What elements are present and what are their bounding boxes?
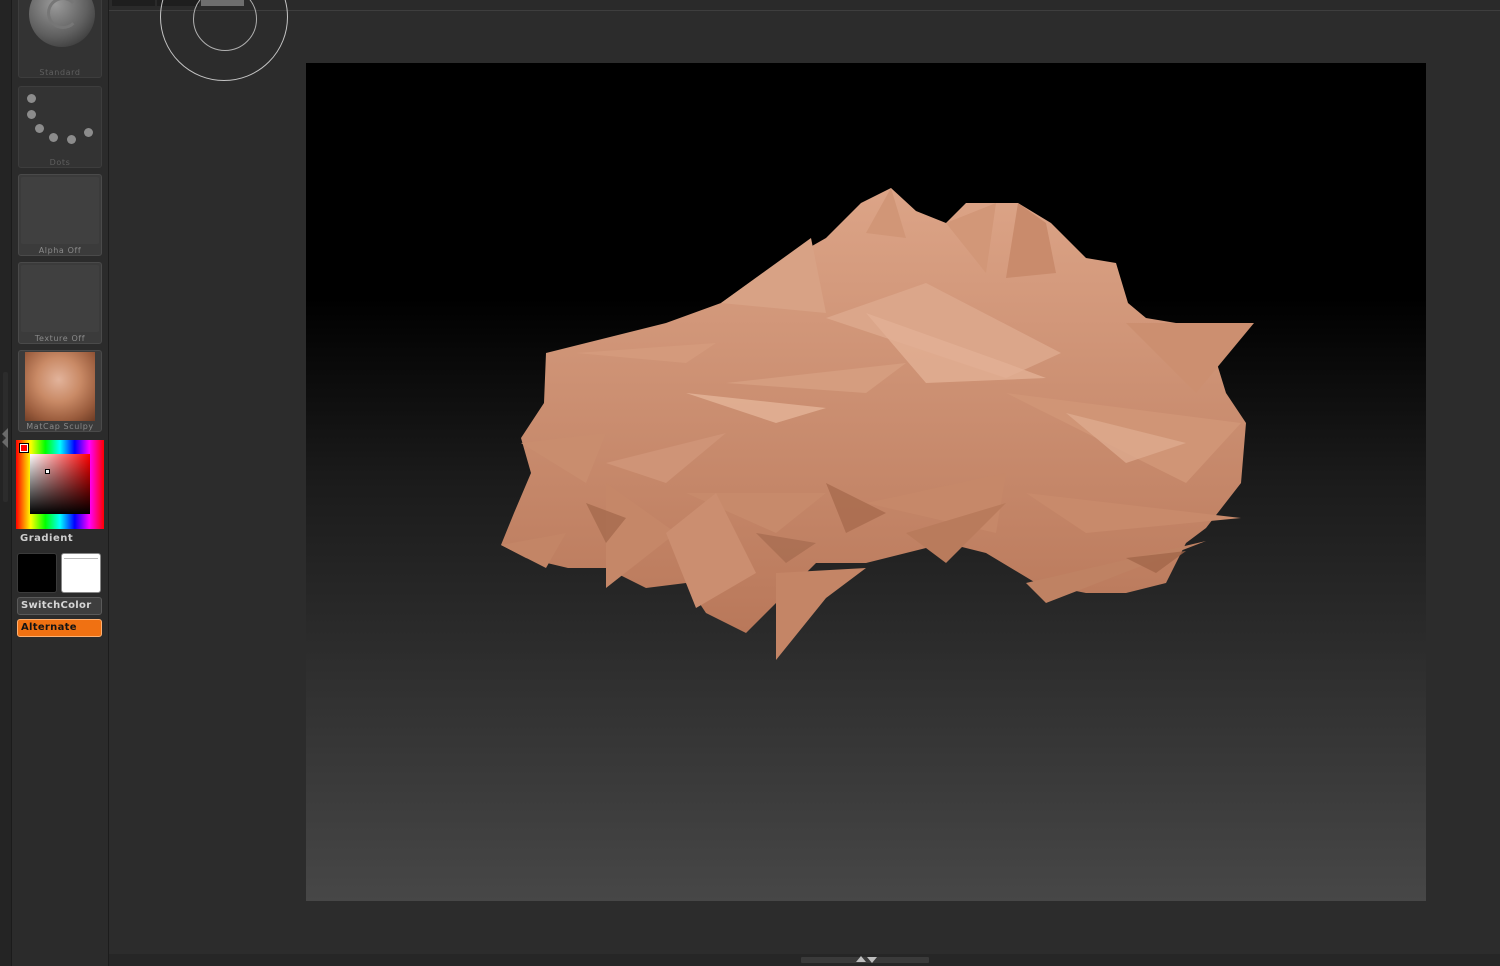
stroke-selector[interactable]: Dots	[18, 86, 102, 168]
color-picker[interactable]	[16, 440, 104, 529]
brush-label: Standard	[39, 68, 81, 77]
saturation-value-field[interactable]	[30, 454, 90, 514]
left-tray: Standard Dots Alpha Off Texture Off MatC…	[12, 0, 109, 966]
matcap-sphere-icon	[25, 352, 95, 421]
texture-preview	[21, 265, 99, 332]
collapse-down-icon[interactable]	[867, 957, 877, 963]
main-color-swatch[interactable]	[17, 553, 57, 593]
stroke-label: Dots	[49, 158, 71, 167]
alternate-button[interactable]: Alternate	[17, 619, 102, 637]
chevron-left-icon[interactable]	[2, 436, 8, 448]
material-label: MatCap Sculpy	[26, 422, 94, 431]
switch-color-button[interactable]: SwitchColor	[17, 597, 102, 615]
sv-marker[interactable]	[45, 469, 50, 474]
viewport-canvas[interactable]	[306, 63, 1426, 901]
gradient-label: Gradient	[20, 533, 74, 544]
doc-tab-1[interactable]	[112, 0, 155, 6]
material-selector[interactable]: MatCap Sculpy	[18, 350, 102, 432]
texture-selector[interactable]: Texture Off	[18, 262, 102, 344]
texture-label: Texture Off	[34, 334, 86, 343]
alpha-selector[interactable]: Alpha Off	[18, 174, 102, 256]
hue-marker[interactable]	[19, 443, 29, 453]
brush-selector[interactable]: Standard	[18, 0, 102, 78]
sculpt-model	[501, 188, 1254, 660]
left-gutter[interactable]	[0, 0, 12, 966]
expand-up-icon[interactable]	[856, 956, 866, 962]
spiky-sculpt-mesh	[501, 188, 1254, 660]
alpha-preview	[21, 177, 99, 244]
alpha-label: Alpha Off	[38, 246, 82, 255]
secondary-color-swatch[interactable]	[61, 553, 101, 593]
